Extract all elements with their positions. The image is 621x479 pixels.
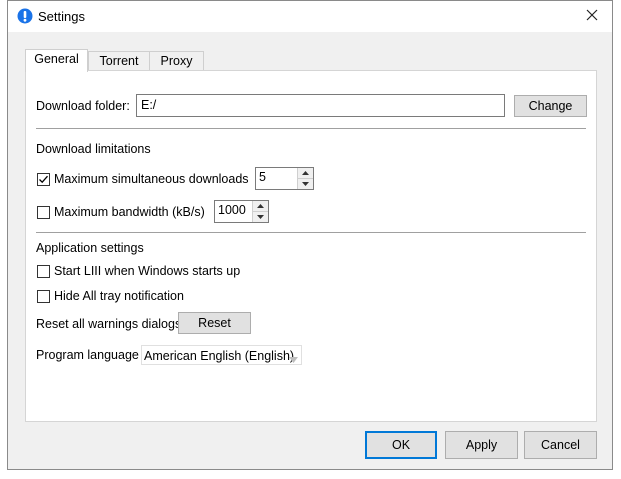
hide-tray-checkbox[interactable] xyxy=(37,290,50,303)
spin-up-button[interactable] xyxy=(298,168,313,179)
application-settings-heading: Application settings xyxy=(36,241,144,255)
spin-arrows xyxy=(297,168,313,189)
reset-warnings-label: Reset all warnings dialogs xyxy=(36,317,182,331)
program-language-label: Program language xyxy=(36,348,139,362)
max-downloads-checkbox[interactable] xyxy=(37,173,50,186)
checkmark-icon xyxy=(39,175,48,184)
spin-down-button[interactable] xyxy=(253,211,268,222)
program-language-select[interactable]: American English (English) xyxy=(141,345,302,365)
general-panel: Download folder: E:/ Change Download lim… xyxy=(25,70,597,422)
spin-up-button[interactable] xyxy=(253,201,268,212)
chevron-down-icon xyxy=(302,181,309,186)
separator xyxy=(36,232,586,233)
download-limitations-heading: Download limitations xyxy=(36,142,151,156)
start-with-windows-label: Start LIII when Windows starts up xyxy=(54,264,241,278)
max-downloads-value: 5 xyxy=(259,170,266,184)
max-downloads-label: Maximum simultaneous downloads xyxy=(54,172,249,186)
spin-down-button[interactable] xyxy=(298,178,313,189)
reset-warnings-button[interactable]: Reset xyxy=(178,312,251,334)
max-downloads-spinbox[interactable]: 5 xyxy=(255,167,314,190)
max-bandwidth-value: 1000 xyxy=(218,203,246,217)
tab-torrent[interactable]: Torrent xyxy=(88,51,150,71)
download-folder-input[interactable]: E:/ xyxy=(136,94,505,117)
title-bar: Settings xyxy=(8,1,612,32)
window-title: Settings xyxy=(38,9,85,24)
start-with-windows-checkbox[interactable] xyxy=(37,265,50,278)
tab-proxy[interactable]: Proxy xyxy=(149,51,204,71)
close-button[interactable] xyxy=(572,1,612,32)
max-bandwidth-checkbox[interactable] xyxy=(37,206,50,219)
app-info-icon xyxy=(17,8,33,24)
cancel-button[interactable]: Cancel xyxy=(524,431,597,459)
ok-button[interactable]: OK xyxy=(365,431,437,459)
spin-arrows xyxy=(252,201,268,222)
separator xyxy=(36,128,586,129)
hide-tray-label: Hide All tray notification xyxy=(54,289,184,303)
chevron-up-icon xyxy=(302,170,309,175)
close-icon xyxy=(586,9,598,24)
chevron-down-icon xyxy=(289,352,298,366)
apply-button[interactable]: Apply xyxy=(445,431,518,459)
settings-dialog: Settings General Torrent Proxy Download … xyxy=(7,0,613,470)
tab-general[interactable]: General xyxy=(25,49,88,72)
program-language-value: American English (English) xyxy=(144,349,295,363)
change-folder-button[interactable]: Change xyxy=(514,95,587,117)
download-folder-label: Download folder: xyxy=(36,99,130,113)
max-bandwidth-spinbox[interactable]: 1000 xyxy=(214,200,269,223)
chevron-down-icon xyxy=(257,214,264,219)
max-bandwidth-label: Maximum bandwidth (kB/s) xyxy=(54,205,205,219)
chevron-up-icon xyxy=(257,203,264,208)
